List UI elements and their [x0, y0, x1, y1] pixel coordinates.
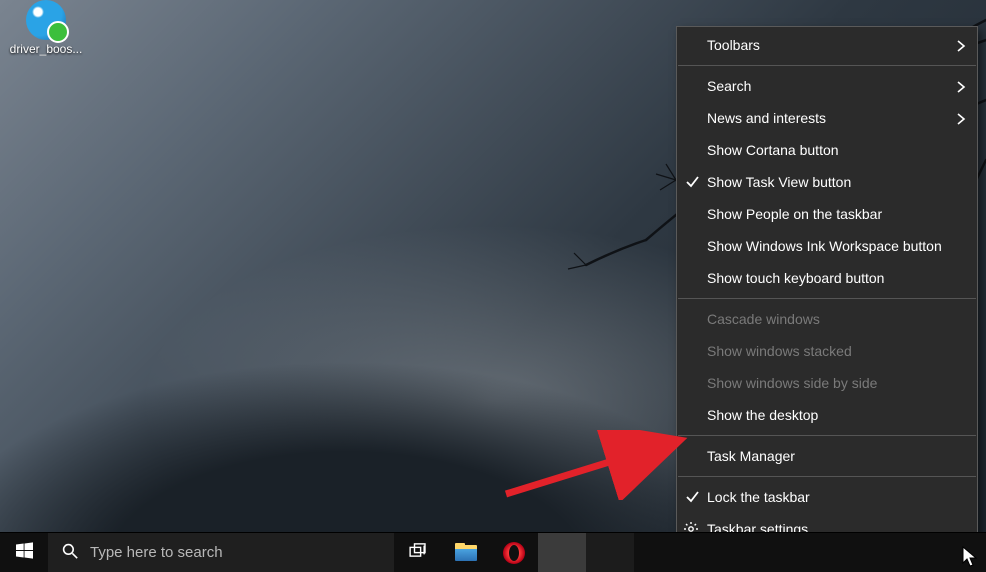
taskbar: Type here to search	[0, 532, 986, 572]
menu-item-show-windows-stacked: Show windows stacked	[677, 335, 977, 367]
search-placeholder: Type here to search	[90, 544, 223, 561]
menu-item-show-windows-ink-workspace-button[interactable]: Show Windows Ink Workspace button	[677, 230, 977, 262]
menu-separator	[678, 435, 976, 436]
running-app-1[interactable]	[538, 533, 586, 572]
menu-separator	[678, 476, 976, 477]
chevron-right-icon	[955, 112, 967, 124]
menu-item-show-people-on-the-taskbar[interactable]: Show People on the taskbar	[677, 198, 977, 230]
menu-item-show-task-view-button[interactable]: Show Task View button	[677, 166, 977, 198]
menu-item-cascade-windows: Cascade windows	[677, 303, 977, 335]
desktop-icon-driver-booster[interactable]: driver_boos...	[8, 0, 84, 56]
taskbar-context-menu: Toolbars Search News and interests Show Cor…	[676, 26, 978, 548]
start-button[interactable]	[0, 533, 48, 572]
menu-item-label: News and interests	[707, 110, 826, 126]
opera-button[interactable]	[490, 533, 538, 572]
menu-item-label: Show touch keyboard button	[707, 270, 884, 286]
menu-item-label: Lock the taskbar	[707, 489, 810, 505]
menu-item-label: Show Task View button	[707, 174, 851, 190]
desktop-icon-label: driver_boos...	[8, 42, 84, 56]
menu-item-show-the-desktop[interactable]: Show the desktop	[677, 399, 977, 431]
menu-item-label: Task Manager	[707, 448, 795, 464]
menu-item-lock-the-taskbar[interactable]: Lock the taskbar	[677, 481, 977, 513]
menu-item-label: Show Windows Ink Workspace button	[707, 238, 942, 254]
task-view-button[interactable]	[394, 533, 442, 572]
menu-item-label: Toolbars	[707, 37, 760, 53]
file-explorer-button[interactable]	[442, 533, 490, 572]
menu-separator	[678, 65, 976, 66]
annotation-arrow	[502, 430, 692, 500]
menu-item-label: Search	[707, 78, 751, 94]
check-icon	[685, 175, 699, 189]
menu-item-label: Cascade windows	[707, 311, 820, 327]
chevron-right-icon	[955, 39, 967, 51]
chevron-right-icon	[955, 80, 967, 92]
taskbar-search-box[interactable]: Type here to search	[48, 533, 394, 572]
windows-logo-icon	[16, 542, 33, 564]
running-app-2[interactable]	[586, 533, 634, 572]
menu-item-show-cortana-button[interactable]: Show Cortana button	[677, 134, 977, 166]
menu-item-news-and-interests[interactable]: News and interests	[677, 102, 977, 134]
menu-item-label: Show the desktop	[707, 407, 818, 423]
menu-item-label: Show People on the taskbar	[707, 206, 882, 222]
menu-item-label: Show Cortana button	[707, 142, 839, 158]
driver-booster-icon	[26, 0, 66, 40]
check-icon	[685, 490, 699, 504]
menu-item-show-windows-side-by-side: Show windows side by side	[677, 367, 977, 399]
menu-item-search[interactable]: Search	[677, 70, 977, 102]
task-view-icon	[409, 543, 427, 562]
menu-separator	[678, 298, 976, 299]
menu-item-task-manager[interactable]: Task Manager	[677, 440, 977, 472]
menu-item-label: Show windows stacked	[707, 343, 852, 359]
search-icon	[62, 543, 78, 563]
menu-item-label: Show windows side by side	[707, 375, 877, 391]
file-explorer-icon	[455, 545, 477, 561]
opera-icon	[503, 542, 525, 564]
menu-item-show-touch-keyboard-button[interactable]: Show touch keyboard button	[677, 262, 977, 294]
menu-item-toolbars[interactable]: Toolbars	[677, 29, 977, 61]
